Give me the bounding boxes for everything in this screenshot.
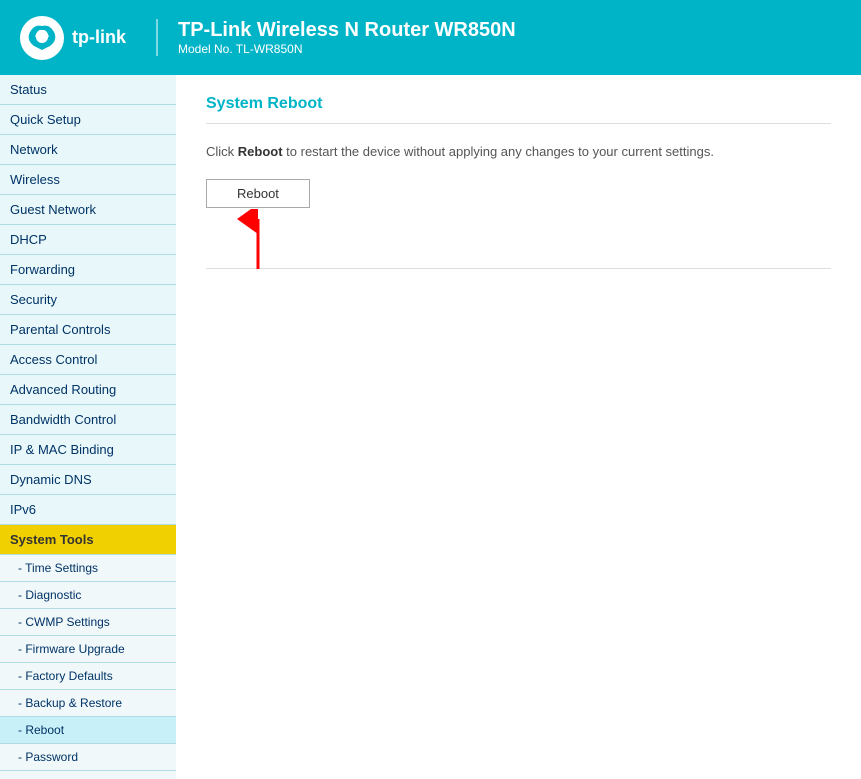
- reboot-button[interactable]: Reboot: [206, 179, 310, 208]
- sidebar-item-security[interactable]: Security: [0, 285, 176, 315]
- reboot-arrow: [228, 209, 288, 279]
- sidebar-subitem-backup-restore[interactable]: - Backup & Restore: [0, 690, 176, 717]
- main-content: System Reboot Click Reboot to restart th…: [176, 75, 861, 779]
- sidebar-item-forwarding[interactable]: Forwarding: [0, 255, 176, 285]
- sidebar-item-system-tools[interactable]: System Tools: [0, 525, 176, 555]
- sidebar-item-ip-mac-binding[interactable]: IP & MAC Binding: [0, 435, 176, 465]
- header-title-area: TP-Link Wireless N Router WR850N Model N…: [156, 19, 516, 56]
- router-model: Model No. TL-WR850N: [178, 42, 516, 56]
- content-area: System Reboot Click Reboot to restart th…: [176, 75, 861, 779]
- sidebar-subitem-firmware-upgrade[interactable]: - Firmware Upgrade: [0, 636, 176, 663]
- sidebar-subitem-password[interactable]: - Password: [0, 744, 176, 771]
- sidebar-subitem-time-settings[interactable]: - Time Settings: [0, 555, 176, 582]
- brand-name: tp-link: [72, 27, 126, 48]
- content-divider: [206, 268, 831, 269]
- sidebar-item-ipv6[interactable]: IPv6: [0, 495, 176, 525]
- sidebar-item-status[interactable]: Status: [0, 75, 176, 105]
- sidebar-wrapper: StatusQuick SetupNetworkWirelessGuest Ne…: [0, 75, 176, 779]
- sidebar-subitem-diagnostic[interactable]: - Diagnostic: [0, 582, 176, 609]
- logo-area: tp-link: [20, 16, 126, 60]
- sidebar-item-bandwidth-control[interactable]: Bandwidth Control: [0, 405, 176, 435]
- sidebar: StatusQuick SetupNetworkWirelessGuest Ne…: [0, 75, 176, 779]
- section-title: System Reboot: [206, 95, 831, 124]
- sidebar-subitem-reboot[interactable]: - Reboot: [0, 717, 176, 744]
- info-text: Click Reboot to restart the device witho…: [206, 144, 831, 159]
- sidebar-item-parental-controls[interactable]: Parental Controls: [0, 315, 176, 345]
- sidebar-item-wireless[interactable]: Wireless: [0, 165, 176, 195]
- router-title: TP-Link Wireless N Router WR850N: [178, 19, 516, 42]
- sidebar-item-dhcp[interactable]: DHCP: [0, 225, 176, 255]
- sidebar-item-network[interactable]: Network: [0, 135, 176, 165]
- sidebar-subitem-factory-defaults[interactable]: - Factory Defaults: [0, 663, 176, 690]
- main-wrapper: StatusQuick SetupNetworkWirelessGuest Ne…: [0, 75, 861, 779]
- info-text-reboot-bold: Reboot: [238, 144, 283, 159]
- reboot-button-area: Reboot: [206, 179, 310, 208]
- sidebar-item-quick-setup[interactable]: Quick Setup: [0, 105, 176, 135]
- sidebar-subitem-system-log[interactable]: - System Log: [0, 771, 176, 779]
- sidebar-item-access-control[interactable]: Access Control: [0, 345, 176, 375]
- header: tp-link TP-Link Wireless N Router WR850N…: [0, 0, 861, 75]
- sidebar-item-dynamic-dns[interactable]: Dynamic DNS: [0, 465, 176, 495]
- sidebar-item-advanced-routing[interactable]: Advanced Routing: [0, 375, 176, 405]
- sidebar-subitem-cwmp-settings[interactable]: - CWMP Settings: [0, 609, 176, 636]
- tp-link-logo: [20, 16, 64, 60]
- reboot-btn-wrapper: Reboot: [206, 179, 831, 208]
- sidebar-item-guest-network[interactable]: Guest Network: [0, 195, 176, 225]
